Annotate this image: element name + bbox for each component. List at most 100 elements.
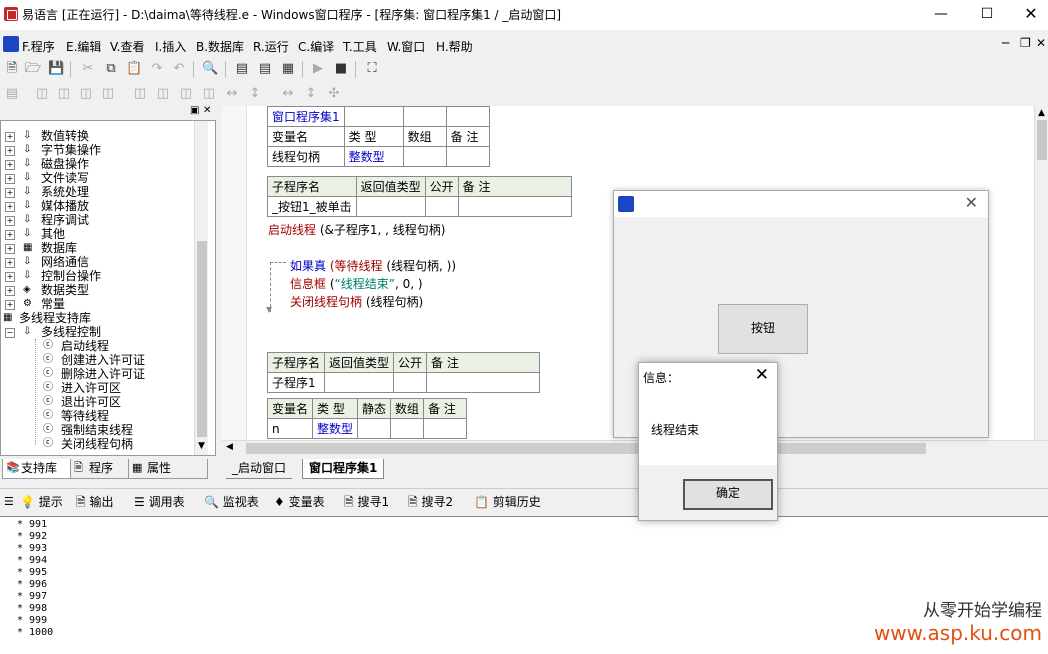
find-icon[interactable]: 🔍	[202, 61, 218, 77]
editor-vscrollbar[interactable]: ▲	[1034, 106, 1048, 440]
tree-node-icon: ⓒ	[43, 396, 53, 407]
tree-node-icon: ⓒ	[43, 382, 53, 393]
ok-button[interactable]: 确定	[683, 479, 773, 510]
form-close-icon[interactable]: ✕	[965, 193, 978, 212]
center-v-icon[interactable]: ↕	[303, 86, 319, 102]
align-bottom-icon[interactable]: ◫	[155, 86, 171, 102]
tab-watch[interactable]: 🔍 监视表	[204, 493, 259, 511]
expand-icon[interactable]: +	[5, 132, 15, 142]
menu-database[interactable]: B.数据库	[196, 38, 244, 55]
tab-search2[interactable]: 🗎 搜寻2	[408, 493, 453, 511]
tree-scroll-thumb[interactable]	[197, 241, 207, 437]
h-scroll-thumb[interactable]	[246, 443, 926, 454]
expand-icon[interactable]: +	[5, 272, 15, 282]
tab-output[interactable]: 🗎 输出	[76, 493, 114, 511]
expand-icon[interactable]: +	[5, 244, 15, 254]
code-line-close-handle[interactable]: 关闭线程句柄 (线程句柄)	[290, 293, 423, 310]
redo-icon[interactable]: ↷	[149, 61, 165, 77]
tab-search1[interactable]: 🗎 搜寻1	[344, 493, 389, 511]
panel-close-icon[interactable]: ✕	[203, 105, 211, 116]
same-width-icon[interactable]: ◫	[178, 86, 194, 102]
menu-insert[interactable]: I.插入	[155, 38, 186, 55]
scroll-down-icon[interactable]: ▼	[198, 441, 205, 451]
maximize-button[interactable]: ☐	[964, 0, 1010, 30]
editor-scroll-thumb[interactable]	[1037, 120, 1047, 160]
expand-icon[interactable]: +	[5, 300, 15, 310]
library-icon: 📚	[6, 461, 20, 474]
tab-clip-history[interactable]: 📋 剪辑历史	[474, 493, 541, 511]
assembly-name[interactable]: 窗口程序集1	[267, 106, 345, 127]
align-top-icon[interactable]: ◫	[100, 86, 116, 102]
minimize-button[interactable]: —	[918, 0, 964, 30]
menu-run[interactable]: R.运行	[253, 38, 289, 55]
space-h-icon[interactable]: ↔	[224, 86, 240, 102]
tab-assembly1[interactable]: 窗口程序集1	[302, 459, 385, 479]
new-file-icon[interactable]: 🗎	[4, 61, 20, 77]
mdi-restore-button[interactable]: ❐	[1020, 36, 1031, 50]
layout-3-icon[interactable]: ▦	[280, 61, 296, 77]
var-name-cell[interactable]: 线程句柄	[267, 146, 345, 167]
expand-icon[interactable]: +	[5, 230, 15, 240]
search-tool-icon[interactable]: ⛶	[364, 61, 380, 77]
message-box[interactable]: 信息： ✕ 线程结束 确定	[638, 362, 778, 521]
mdi-minimize-button[interactable]: ─	[1002, 36, 1009, 50]
bottom-tabs: ☰ 💡 提示 🗎 输出 ☰ 调用表 🔍 监视表 ♦ 变量表 🗎 搜寻1 🗎 搜寻…	[0, 488, 1048, 514]
mdi-close-button[interactable]: ✕	[1036, 36, 1046, 50]
code-line-if[interactable]: 如果真 (等待线程 (线程句柄, ))	[290, 257, 456, 274]
expand-icon[interactable]: −	[5, 328, 15, 338]
expand-icon[interactable]: +	[5, 286, 15, 296]
menu-view[interactable]: V.查看	[110, 38, 144, 55]
sub1-name[interactable]: _按钮1_被单击	[267, 196, 357, 217]
button1[interactable]: 按钮	[718, 304, 808, 354]
message-close-icon[interactable]: ✕	[755, 365, 769, 385]
menu-edit[interactable]: E.编辑	[66, 38, 101, 55]
menu-window[interactable]: W.窗口	[387, 38, 425, 55]
tab-start-window[interactable]: _启动窗口	[226, 459, 293, 479]
save-icon[interactable]: 💾	[48, 61, 64, 77]
copy-icon[interactable]: ⧉	[103, 61, 119, 77]
space-v-icon[interactable]: ↕	[247, 86, 263, 102]
center-h-icon[interactable]: ↔	[280, 86, 296, 102]
scroll-left-icon[interactable]: ◀	[226, 442, 233, 452]
paste-icon[interactable]: 📋	[126, 61, 142, 77]
cut-icon[interactable]: ✂	[80, 61, 96, 77]
code-line-msgbox[interactable]: 信息框 (“线程结束”, 0, )	[290, 275, 423, 292]
layout-2-icon[interactable]: ▤	[257, 61, 273, 77]
expand-icon[interactable]: +	[5, 160, 15, 170]
editor-hscrollbar[interactable]: ◀	[222, 440, 1048, 456]
stop-icon[interactable]: ■	[333, 61, 349, 77]
tab-properties[interactable]: ▦ 属性	[128, 459, 208, 479]
align-left-icon[interactable]: ◫	[34, 86, 50, 102]
code-line-start-thread[interactable]: 启动线程 (&子程序1, , 线程句柄)	[268, 221, 445, 238]
align-icon[interactable]: ▤	[4, 86, 20, 102]
scroll-up-icon[interactable]: ▲	[1038, 108, 1045, 118]
same-height-icon[interactable]: ◫	[201, 86, 217, 102]
close-button[interactable]: ✕	[1008, 0, 1048, 30]
sub2-name[interactable]: 子程序1	[266, 372, 326, 393]
undo-icon[interactable]: ↶	[171, 61, 187, 77]
open-folder-icon[interactable]: 🗁	[25, 61, 41, 77]
layout-1-icon[interactable]: ▤	[234, 61, 250, 77]
align-right-icon[interactable]: ◫	[78, 86, 94, 102]
editor-gutter	[222, 106, 247, 440]
run-icon[interactable]: ▶	[310, 61, 326, 77]
expand-icon[interactable]: +	[5, 216, 15, 226]
expand-icon[interactable]: +	[5, 202, 15, 212]
panel-pin-icon[interactable]: ▣	[190, 105, 199, 116]
align-middle-icon[interactable]: ◫	[132, 86, 148, 102]
tab-call-stack[interactable]: ☰ 调用表	[134, 493, 185, 511]
menu-program[interactable]: F.程序	[22, 38, 55, 55]
expand-icon[interactable]: +	[5, 258, 15, 268]
tab-variables[interactable]: ♦ 变量表	[274, 493, 325, 511]
menu-tools[interactable]: T.工具	[343, 38, 377, 55]
tree-scrollbar[interactable]: ▼	[194, 121, 208, 455]
menu-help[interactable]: H.帮助	[436, 38, 473, 55]
expand-icon[interactable]: +	[5, 146, 15, 156]
center-icon[interactable]: ✣	[326, 86, 342, 102]
tab-hint[interactable]: 💡 提示	[20, 493, 63, 511]
expand-icon[interactable]: +	[5, 188, 15, 198]
align-center-icon[interactable]: ◫	[56, 86, 72, 102]
expand-icon[interactable]: +	[5, 174, 15, 184]
var-type-cell[interactable]: 整数型	[343, 146, 404, 167]
menu-compile[interactable]: C.编译	[298, 38, 334, 55]
